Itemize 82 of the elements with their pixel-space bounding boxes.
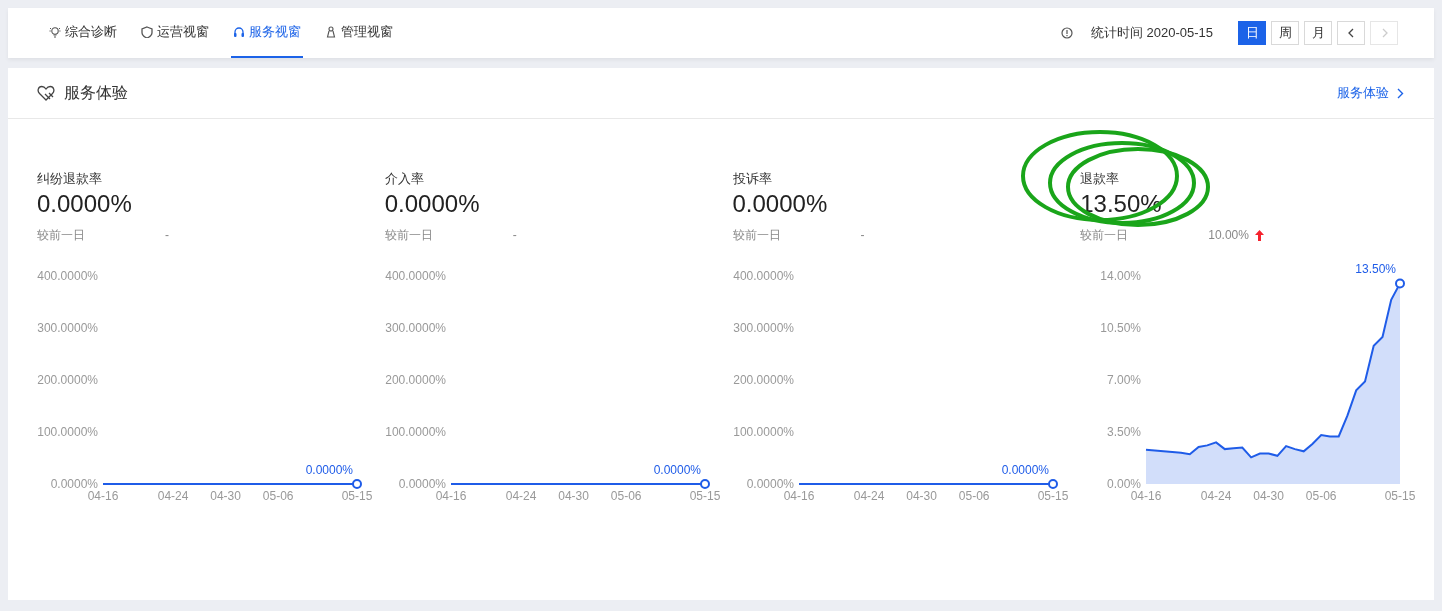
metric-title: 投诉率 — [732, 171, 773, 187]
y-axis-label: 100.0000% — [37, 425, 98, 439]
x-axis-label: 04-16 — [1130, 489, 1162, 503]
y-axis-label: 200.0000% — [37, 373, 98, 387]
y-axis-label: 7.00% — [1107, 373, 1142, 387]
metric-title: 介入率 — [384, 171, 425, 187]
compare-value: - — [860, 227, 865, 243]
y-axis-label: 400.0000% — [732, 269, 794, 283]
y-axis-label: 10.50% — [1100, 321, 1142, 335]
nav-tab[interactable]: 管理视窗 — [323, 8, 395, 58]
chart-point — [1047, 479, 1058, 489]
x-axis-label: 05-06 — [958, 489, 989, 503]
metric-value: 0.0000% — [384, 189, 481, 219]
x-axis-label: 05-15 — [341, 489, 373, 503]
shield-icon — [141, 26, 153, 38]
x-axis-label: 04-24 — [853, 489, 884, 503]
x-axis-label: 04-24 — [157, 489, 189, 503]
chart-point — [1395, 278, 1406, 289]
y-axis-label: 100.0000% — [385, 425, 446, 439]
y-axis-label: 400.0000% — [37, 269, 98, 283]
y-axis-label: 200.0000% — [732, 373, 794, 387]
y-axis-label: 0.0000% — [50, 477, 98, 491]
y-axis-label: 300.0000% — [37, 321, 98, 335]
x-axis-label: 04-16 — [435, 489, 467, 503]
x-axis-label: 04-24 — [1200, 489, 1232, 503]
chevron-left-icon — [1346, 27, 1356, 39]
x-axis-label: 05-15 — [689, 489, 721, 503]
nav-tab[interactable]: 综合诊断 — [47, 8, 119, 58]
chart-point — [352, 479, 362, 489]
metric-title: 退款率 — [1080, 171, 1121, 187]
chart-point — [699, 479, 710, 489]
x-axis-label: 04-30 — [1253, 489, 1285, 503]
metric-value: 0.0000% — [37, 189, 133, 219]
data-label: 13.50% — [1355, 262, 1397, 277]
y-axis-label: 100.0000% — [732, 425, 794, 439]
x-axis-label: 04-16 — [783, 489, 814, 503]
y-axis-label: 14.00% — [1100, 269, 1142, 283]
period-button[interactable]: 日 — [1238, 21, 1266, 45]
compare-label: 较前一日 — [37, 227, 85, 243]
x-axis-label: 04-30 — [558, 489, 589, 503]
section-title: 服务体验 — [64, 83, 128, 103]
x-axis-label: 04-24 — [505, 489, 537, 503]
x-axis-label: 05-06 — [262, 489, 294, 503]
data-label: 0.0000% — [305, 463, 353, 477]
info-icon[interactable] — [1060, 27, 1073, 39]
y-axis-label: 300.0000% — [385, 321, 446, 335]
x-axis-label: 04-30 — [905, 489, 937, 503]
y-axis-label: 200.0000% — [385, 373, 446, 387]
figure-icon — [325, 26, 337, 38]
x-axis-label: 04-16 — [87, 489, 119, 503]
compare-value: 10.00% — [1208, 227, 1249, 243]
y-axis-label: 400.0000% — [385, 269, 446, 283]
metric-value: 0.0000% — [732, 189, 829, 219]
nav-tab[interactable]: 服务视窗 — [231, 8, 303, 58]
y-axis-label: 0.0000% — [746, 477, 794, 491]
y-axis-label: 300.0000% — [732, 321, 794, 335]
x-axis-label: 04-30 — [210, 489, 241, 503]
compare-value: - — [512, 227, 517, 243]
data-label: 0.0000% — [653, 463, 701, 477]
section-link[interactable]: 服务体验 — [1337, 83, 1404, 103]
compare-label: 较前一日 — [384, 227, 433, 243]
compare-label: 较前一日 — [1080, 227, 1129, 243]
period-button[interactable]: 周 — [1271, 21, 1299, 45]
period-button[interactable]: 月 — [1304, 21, 1332, 45]
x-axis-label: 05-06 — [1306, 489, 1337, 503]
heart-icon — [37, 85, 55, 101]
data-label: 0.0000% — [1001, 463, 1049, 477]
y-axis-label: 0.00% — [1107, 477, 1142, 491]
metric-title: 纠纷退款率 — [37, 171, 103, 187]
nav-tab[interactable]: 运营视窗 — [139, 8, 211, 58]
headset-icon — [233, 26, 245, 38]
stat-time: 统计时间 2020-05-15 — [1090, 24, 1213, 43]
y-axis-label: 3.50% — [1107, 425, 1142, 439]
x-axis-label: 05-15 — [1384, 489, 1416, 503]
previous-button[interactable] — [1337, 21, 1365, 45]
compare-value: - — [165, 227, 169, 243]
chevron-right-icon — [1397, 87, 1404, 99]
lightbulb-icon — [49, 26, 61, 38]
x-axis-label: 05-15 — [1037, 489, 1068, 503]
y-axis-label: 0.0000% — [398, 477, 446, 491]
compare-label: 较前一日 — [732, 227, 781, 243]
x-axis-label: 05-06 — [610, 489, 642, 503]
